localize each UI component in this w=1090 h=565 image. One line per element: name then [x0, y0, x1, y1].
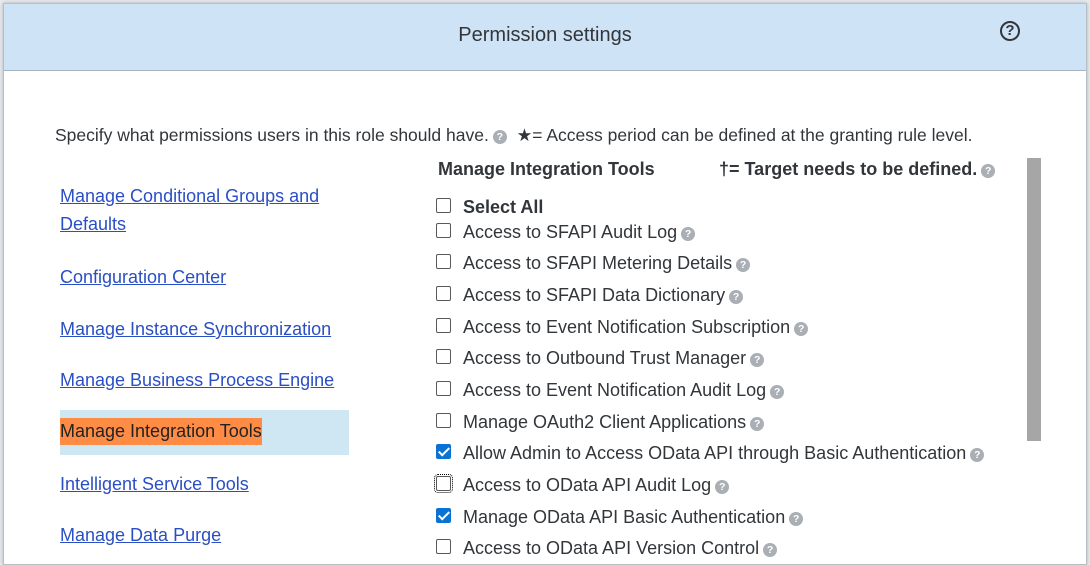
permission-label: Manage OData API Basic Authentication — [463, 507, 786, 527]
star-note: ★= Access period can be defined at the g… — [516, 125, 973, 145]
select-all-checkbox[interactable] — [436, 198, 451, 213]
permission-label: Manage OAuth2 Client Applications — [463, 412, 747, 432]
permission-label: Access to Outbound Trust Manager — [463, 348, 747, 368]
permission-label: Access to SFAPI Data Dictionary — [463, 285, 726, 305]
permission-label: Access to Event Notification Audit Log — [463, 380, 767, 400]
permission-checkbox[interactable] — [436, 381, 451, 396]
info-icon[interactable]: ? — [770, 385, 785, 399]
permission-checkbox[interactable] — [436, 508, 451, 523]
info-icon[interactable]: ? — [763, 543, 778, 557]
info-icon[interactable]: ? — [736, 258, 751, 272]
nav-item-manage-integration-tools[interactable]: Manage Integration Tools — [60, 410, 349, 455]
info-icon[interactable]: ? — [981, 164, 996, 178]
permission-settings-dialog: Permission settings ? Specify what permi… — [3, 3, 1087, 565]
help-icon[interactable]: ? — [1000, 21, 1020, 41]
nav-item-label: Manage Integration Tools — [60, 418, 262, 445]
nav-item-manage-instance-sync[interactable]: Manage Instance Synchronization — [60, 315, 340, 343]
intro-text: Specify what permissions users in this r… — [55, 125, 972, 146]
permission-checkbox[interactable] — [436, 539, 451, 554]
section-title: Manage Integration Tools — [438, 159, 655, 179]
permission-label: Access to SFAPI Metering Details — [463, 253, 733, 273]
permission-checkbox[interactable] — [436, 286, 451, 301]
target-note: †= Target needs to be defined.? — [719, 159, 996, 180]
permission-label: Allow Admin to Access OData API through … — [463, 443, 967, 463]
nav-item-configuration-center[interactable]: Configuration Center — [60, 263, 340, 291]
info-icon[interactable]: ? — [970, 448, 985, 462]
nav-item-intelligent-service-tools[interactable]: Intelligent Service Tools — [60, 470, 340, 498]
scrollbar[interactable] — [1027, 158, 1041, 441]
nav-item-manage-data-purge[interactable]: Manage Data Purge — [60, 521, 340, 549]
info-icon[interactable]: ? — [794, 322, 809, 336]
nav-item-manage-conditional-groups[interactable]: Manage Conditional Groups and Defaults — [60, 182, 340, 238]
intro-label: Specify what permissions users in this r… — [55, 125, 489, 145]
info-icon[interactable]: ? — [729, 290, 744, 304]
dialog-header: Permission settings ? — [4, 4, 1086, 71]
dialog-title: Permission settings — [458, 24, 632, 46]
permission-label: Access to OData API Version Control — [463, 538, 760, 558]
select-all-label: Select All — [463, 197, 544, 217]
nav-item-manage-business-process-engine[interactable]: Manage Business Process Engine — [60, 366, 340, 394]
permission-label: Access to SFAPI Audit Log — [463, 222, 678, 242]
permission-label: Access to Event Notification Subscriptio… — [463, 317, 791, 337]
permission-checkbox[interactable] — [436, 254, 451, 269]
info-icon[interactable]: ? — [750, 353, 765, 367]
info-icon[interactable]: ? — [750, 417, 765, 431]
permission-checkbox[interactable] — [436, 349, 451, 364]
info-icon[interactable]: ? — [492, 130, 507, 144]
permission-checkbox[interactable] — [436, 444, 451, 459]
info-icon[interactable]: ? — [715, 480, 730, 494]
info-icon[interactable]: ? — [681, 227, 696, 241]
permission-label: Access to OData API Audit Log — [463, 475, 712, 495]
permission-checkbox[interactable] — [434, 474, 453, 493]
target-note-label: †= Target needs to be defined. — [719, 159, 978, 179]
permission-checkbox[interactable] — [436, 413, 451, 428]
permission-checkbox[interactable] — [436, 318, 451, 333]
info-icon[interactable]: ? — [789, 512, 804, 526]
permission-checkbox[interactable] — [436, 223, 451, 238]
